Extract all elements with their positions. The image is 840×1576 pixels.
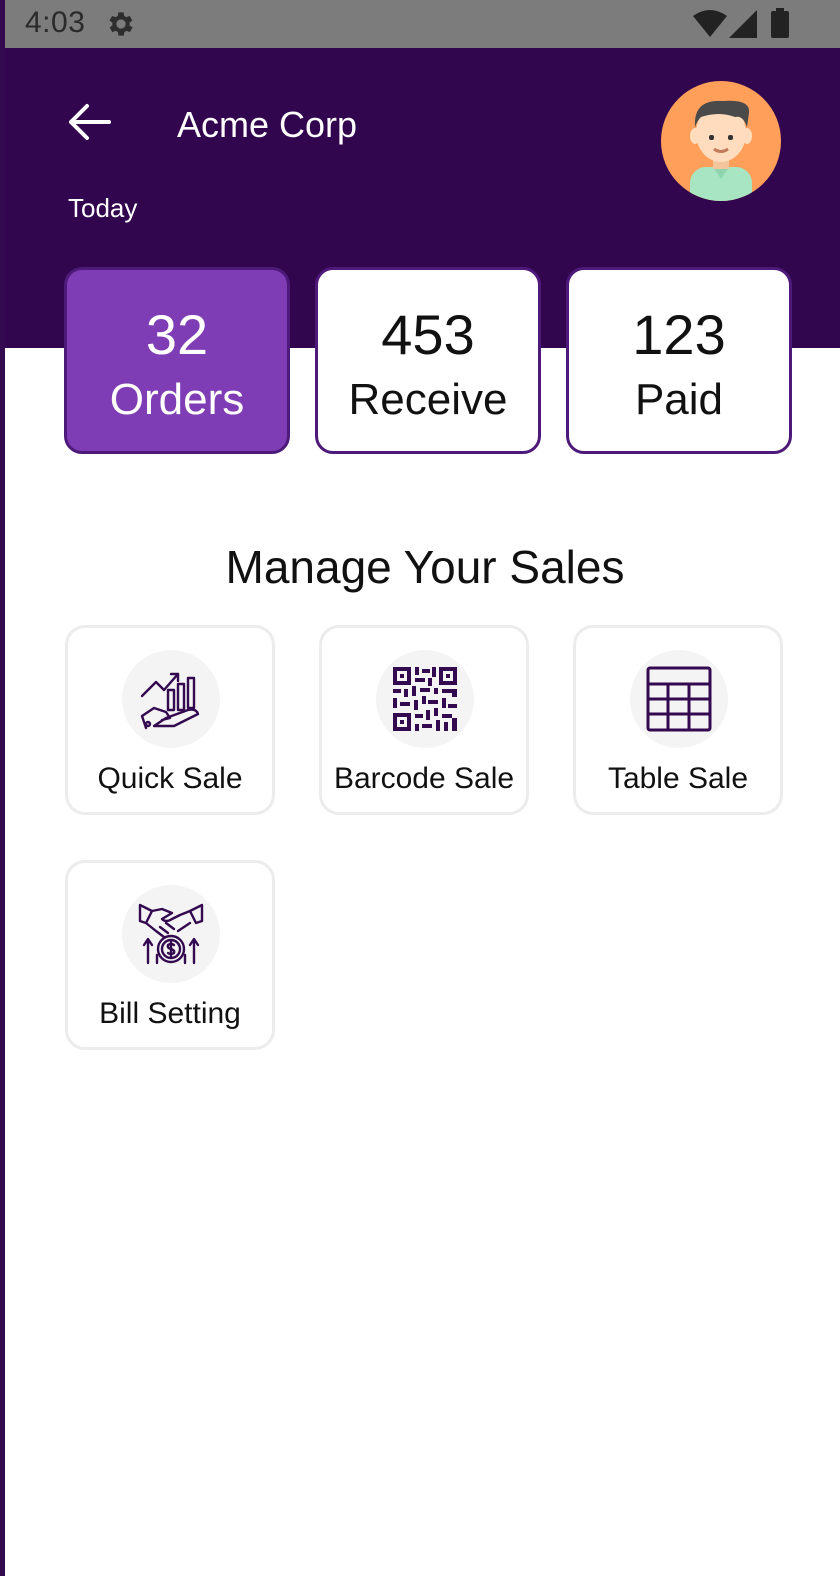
app-screen: 4:03 Acme Corp Today 32 Orders 453 Recei… [0, 0, 840, 1576]
stat-card-paid[interactable]: 123 Paid [566, 267, 792, 454]
avatar[interactable] [661, 81, 781, 201]
tile-icon-bg [630, 650, 728, 748]
handshake-dollar-icon [138, 903, 204, 965]
tile-label: Quick Sale [97, 762, 243, 795]
table-grid-icon [646, 666, 712, 732]
quick-sale-tile[interactable]: Quick Sale [65, 625, 275, 815]
bill-setting-tile[interactable]: Bill Setting [65, 860, 275, 1050]
stat-card-orders[interactable]: 32 Orders [64, 267, 290, 454]
tile-label: Barcode Sale [333, 762, 515, 795]
hand-growth-chart-icon [140, 672, 200, 730]
tile-icon-bg [122, 650, 220, 748]
stat-card-receive[interactable]: 453 Receive [315, 267, 541, 454]
stat-label: Receive [348, 375, 508, 424]
stat-value: 123 [632, 303, 726, 366]
tile-icon-bg [376, 650, 474, 748]
back-arrow-icon[interactable] [65, 100, 113, 144]
table-sale-tile[interactable]: Table Sale [573, 625, 783, 815]
page-title: Acme Corp [177, 104, 358, 145]
section-title: Manage Your Sales [225, 541, 625, 593]
stat-value: 32 [145, 303, 209, 366]
barcode-sale-tile[interactable]: Barcode Sale [319, 625, 529, 815]
date-filter-label: Today [68, 193, 138, 223]
tile-icon-bg [122, 885, 220, 983]
stat-value: 453 [381, 303, 475, 366]
stat-label: Orders [109, 375, 245, 424]
cellular-signal-icon [729, 10, 757, 38]
stat-label: Paid [634, 375, 724, 424]
tile-label: Bill Setting [99, 997, 241, 1030]
user-avatar-icon [690, 100, 752, 201]
status-time: 4:03 [25, 6, 86, 39]
battery-icon [771, 8, 789, 38]
settings-gear-icon [109, 12, 133, 36]
qr-code-icon [393, 667, 457, 731]
wifi-icon [693, 10, 727, 37]
tile-label: Table Sale [607, 762, 749, 795]
status-bar: 4:03 [5, 0, 840, 48]
